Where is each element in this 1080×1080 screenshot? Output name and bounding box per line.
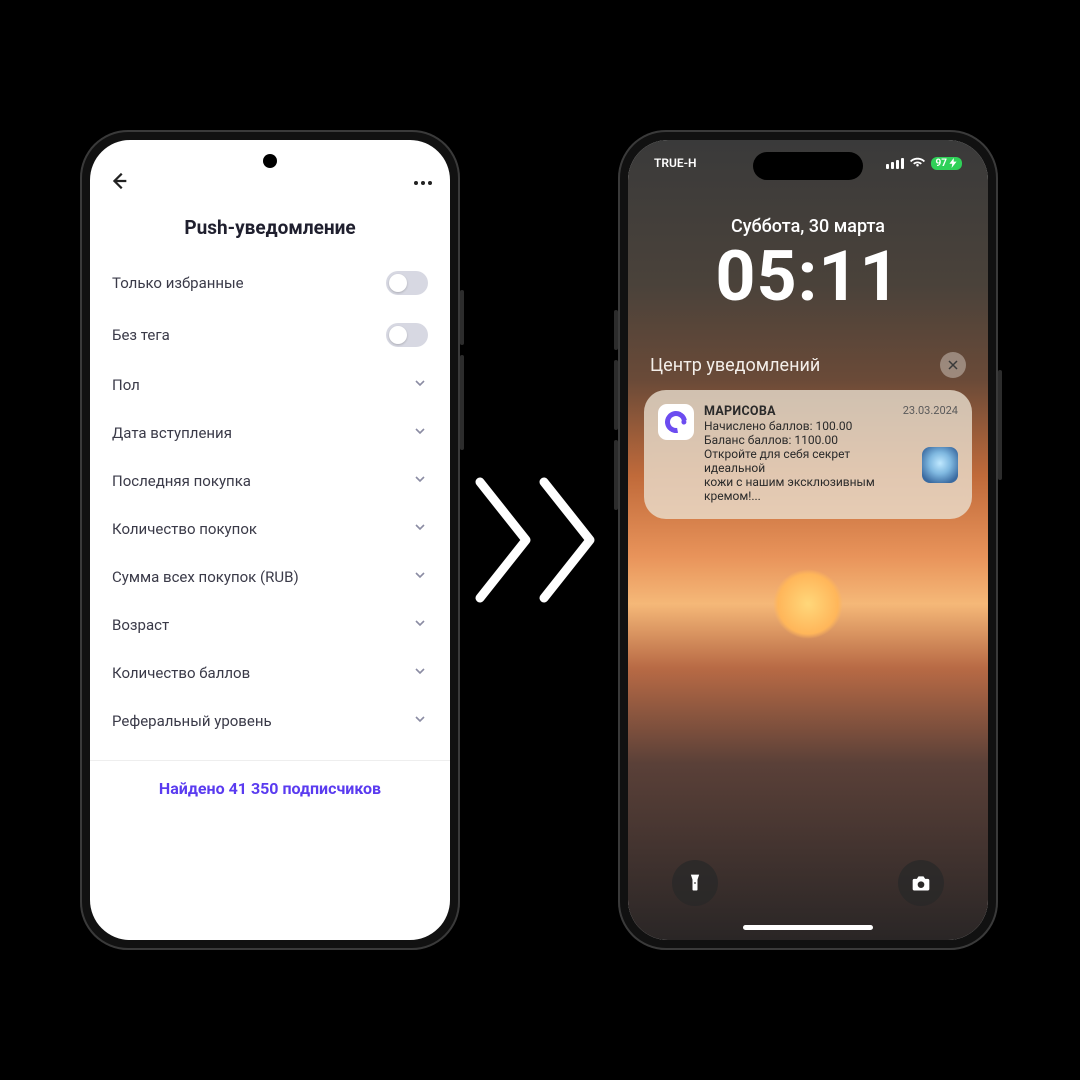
filter-label: Количество покупок [112,520,257,538]
notif-line: Начислено баллов: 100.00 [704,419,958,433]
filter-row-join-date[interactable]: Дата вступления [90,409,450,457]
side-button [998,370,1002,480]
filter-label: Количество баллов [112,664,250,682]
app-icon [658,404,694,440]
flashlight-icon [685,873,705,893]
filter-row-last-purchase[interactable]: Последняя покупка [90,457,450,505]
flashlight-button[interactable] [672,860,718,906]
home-indicator[interactable] [743,925,873,930]
iphone-lockscreen: TRUE-H 97 Суббота, 30 марта 05:11 Центр … [628,140,988,940]
filter-row-purchase-count[interactable]: Количество покупок [90,505,450,553]
chevron-down-icon [412,711,428,731]
filter-label: Реферальный уровень [112,712,272,730]
charging-icon [949,158,957,168]
notif-line: кожи с нашим эксклюзивным кремом!... [704,475,906,503]
front-camera [263,154,277,168]
filter-row-referral[interactable]: Реферальный уровень [90,697,450,745]
chevron-right-icon [468,470,538,610]
android-phone-frame: Push-уведомление Только избранные Без те… [80,130,460,950]
chevron-down-icon [412,375,428,395]
favorites-toggle[interactable] [386,271,428,295]
notif-line: Откройте для себя секрет идеальной [704,447,906,475]
toggle-label: Без тега [112,326,170,344]
close-icon [947,359,959,371]
iphone-frame: TRUE-H 97 Суббота, 30 марта 05:11 Центр … [618,130,998,950]
power-button [460,355,464,450]
no-tag-toggle[interactable] [386,323,428,347]
signal-icon [886,158,904,169]
toggle-row-favorites: Только избранные [90,257,450,309]
found-subscribers-label: Найдено 41 350 подписчиков [90,760,450,798]
flow-arrow [468,470,602,610]
filter-label: Последняя покупка [112,472,251,490]
filters-list: Только избранные Без тега Пол Дата вступ… [90,257,450,745]
volume-up-button [614,360,618,430]
chevron-down-icon [412,471,428,491]
app-header [90,140,450,202]
page-title: Push-уведомление [90,216,450,239]
volume-down-button [614,440,618,510]
toggle-label: Только избранные [112,274,244,292]
arrow-left-icon [108,170,130,192]
nc-title: Центр уведомлений [650,355,820,376]
chevron-down-icon [412,567,428,587]
more-button[interactable] [414,181,432,185]
lockscreen-date: Суббота, 30 марта [628,216,988,237]
notif-date: 23.03.2024 [903,404,958,417]
carrier-label: TRUE-H [654,156,697,170]
chevron-down-icon [412,423,428,443]
status-bar: TRUE-H 97 [628,154,988,172]
filter-row-points[interactable]: Количество баллов [90,649,450,697]
filter-label: Пол [112,376,140,394]
volume-button [460,290,464,345]
lockscreen-shortcuts [628,860,988,906]
filter-row-purchase-sum[interactable]: Сумма всех покупок (RUB) [90,553,450,601]
notif-app-name: МАРИСОВА [704,404,776,419]
filter-label: Дата вступления [112,424,232,442]
clear-notifications-button[interactable] [940,352,966,378]
lockscreen-time: 05:11 [628,236,988,318]
chevron-down-icon [412,519,428,539]
chevron-down-icon [412,615,428,635]
chevron-down-icon [412,663,428,683]
filter-label: Возраст [112,616,169,634]
chevron-right-icon [532,470,602,610]
filter-row-age[interactable]: Возраст [90,601,450,649]
notif-line: Баланс баллов: 1100.00 [704,433,958,447]
wifi-icon [910,154,925,172]
push-notification-card[interactable]: МАРИСОВА 23.03.2024 Начислено баллов: 10… [644,390,972,519]
mute-switch [614,310,618,350]
filter-label: Сумма всех покупок (RUB) [112,568,299,586]
notification-center-header: Центр уведомлений [650,352,966,378]
toggle-row-no-tag: Без тега [90,309,450,361]
notif-thumbnail [922,447,958,483]
back-button[interactable] [108,170,130,196]
battery-badge: 97 [931,157,962,170]
camera-icon [911,873,931,893]
filter-row-gender[interactable]: Пол [90,361,450,409]
camera-button[interactable] [898,860,944,906]
android-screen: Push-уведомление Только избранные Без те… [90,140,450,940]
